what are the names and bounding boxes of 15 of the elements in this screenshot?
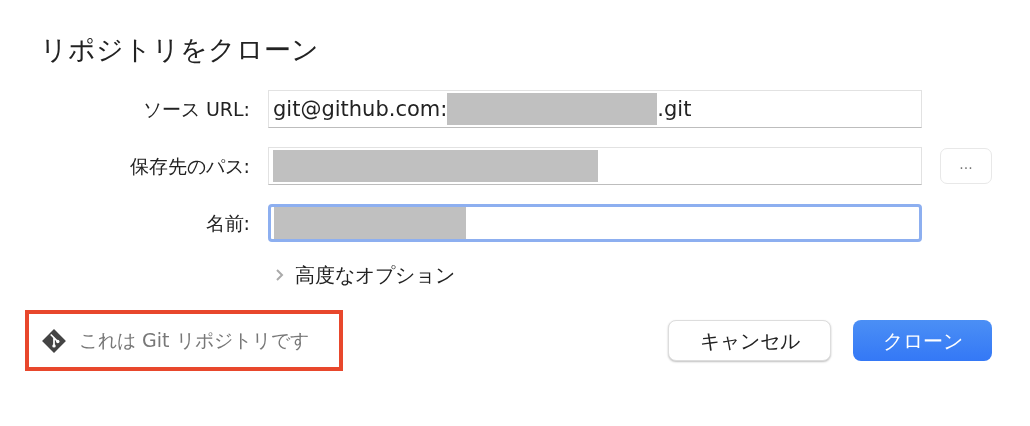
text-field[interactable]: git@github.com: .git (268, 90, 922, 129)
text-field[interactable] (268, 204, 922, 243)
field-value: git@github.com: (273, 95, 448, 123)
chevron-right-icon[interactable] (275, 268, 285, 283)
field-label: 名前: (204, 211, 251, 237)
status-text: これは Git リポジトリです (79, 328, 309, 354)
field-label: ソース URL: (141, 97, 251, 123)
cancel-button[interactable]: キャンセル (668, 320, 831, 362)
browse-button[interactable]: ... (940, 148, 992, 185)
field-value: .git (657, 95, 692, 123)
git-icon (41, 327, 67, 354)
dialog-title: リポジトリをクローン (40, 34, 320, 67)
advanced-options-toggle[interactable]: 高度なオプション (295, 260, 455, 291)
field-label: 保存先のパス: (128, 154, 251, 180)
clone-button[interactable]: クローン (853, 320, 992, 362)
